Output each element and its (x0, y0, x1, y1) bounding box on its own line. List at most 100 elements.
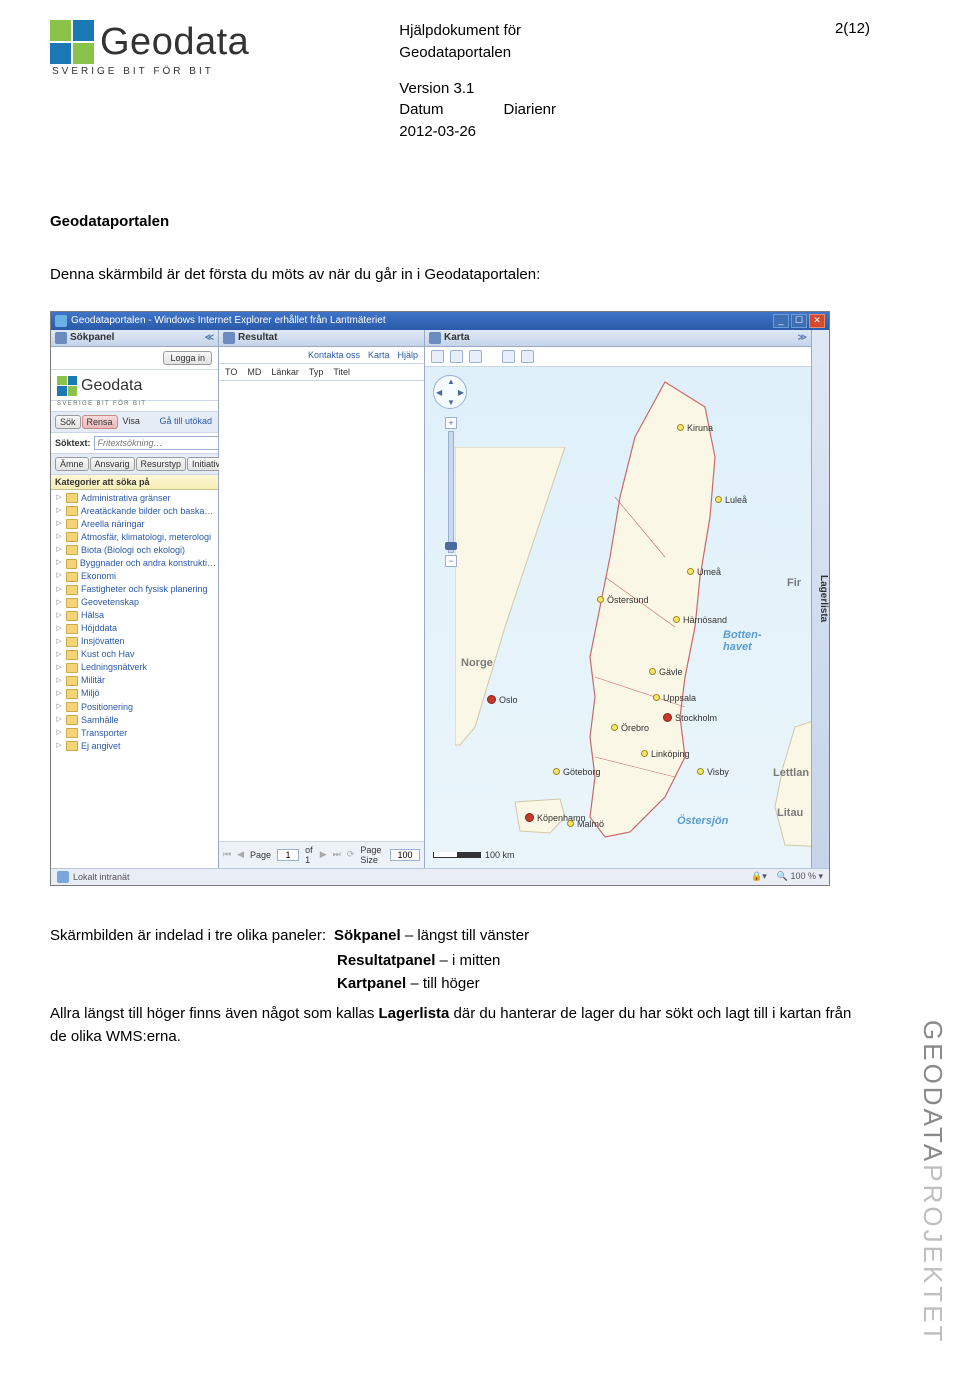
expand-triangle-icon[interactable]: ▷ (55, 571, 63, 581)
tree-node[interactable]: ▷Areatäckande bilder och baskartor (53, 505, 218, 518)
tab-ämne[interactable]: Ämne (55, 457, 89, 471)
expand-triangle-icon[interactable]: ▷ (55, 702, 63, 712)
status-intranet: Lokalt intranät (73, 872, 130, 882)
pager-next-icon[interactable]: ▶ (320, 849, 327, 860)
city-dot-icon (567, 820, 574, 827)
zoom-minus-icon[interactable]: − (445, 555, 457, 567)
tree-node[interactable]: ▷Byggnader och andra konstruktioner (53, 557, 218, 570)
expand-triangle-icon[interactable]: ▷ (55, 532, 63, 542)
date-label: Datum (399, 99, 443, 121)
pager-first-icon[interactable]: ⏮ (223, 849, 231, 860)
expand-triangle-icon[interactable]: ▷ (55, 676, 63, 686)
expand-triangle-icon[interactable]: ▷ (55, 650, 63, 660)
prev-extent-icon[interactable] (502, 350, 515, 363)
column-header[interactable]: TO (225, 367, 237, 377)
pager-page-input[interactable] (277, 849, 299, 861)
resultatpanel: Resultat Kontakta ossKartaHjälp TOMDLänk… (219, 330, 425, 868)
tree-node[interactable]: ▷Kust och Hav (53, 648, 218, 661)
expand-icon[interactable]: ≫ (798, 332, 807, 343)
city-marker: Linköping (641, 749, 690, 759)
expand-triangle-icon[interactable]: ▷ (55, 741, 63, 751)
tree-node[interactable]: ▷Administrativa gränser (53, 492, 218, 505)
expand-triangle-icon[interactable]: ▷ (55, 663, 63, 673)
zoom-plus-icon[interactable]: + (445, 417, 457, 429)
column-header[interactable]: Typ (309, 367, 324, 377)
next-extent-icon[interactable] (521, 350, 534, 363)
tree-node[interactable]: ▷Fastigheter och fysisk planering (53, 583, 218, 596)
expand-triangle-icon[interactable]: ▷ (55, 611, 63, 621)
tree-node[interactable]: ▷ Insjövatten (53, 635, 218, 648)
tree-node[interactable]: ▷Transporter (53, 727, 218, 740)
pan-icon[interactable] (469, 350, 482, 363)
status-zoom[interactable]: 🔍 100 % ▾ (777, 871, 823, 882)
city-dot-icon (715, 496, 722, 503)
tree-node[interactable]: ▷Militär (53, 674, 218, 687)
legend-sokpanel: Sökpanel (334, 927, 401, 944)
status-security-icon: 🔒▾ (751, 871, 767, 882)
tree-node[interactable]: ▷Ej angivet (53, 740, 218, 753)
tree-node[interactable]: ▷Höjddata (53, 622, 218, 635)
scale-bar: 100 km (433, 850, 515, 860)
collapse-icon[interactable]: ≪ (205, 332, 214, 343)
expand-triangle-icon[interactable]: ▷ (55, 689, 63, 699)
tree-node[interactable]: ▷Biota (Biologi och ekologi) (53, 544, 218, 557)
map-canvas[interactable]: Norge Fir Lettlan Litau Botten- havet Ös… (425, 367, 811, 868)
expand-triangle-icon[interactable]: ▷ (55, 558, 63, 568)
folder-icon (66, 532, 78, 542)
expand-triangle-icon[interactable]: ▷ (55, 637, 63, 647)
tree-node[interactable]: ▷Ledningsnätverk (53, 661, 218, 674)
toolbar-link[interactable]: Karta (368, 350, 390, 360)
tree-node[interactable]: ▷Hälsa (53, 609, 218, 622)
toolbar-link[interactable]: Hjälp (397, 350, 418, 360)
column-header[interactable]: Titel (333, 367, 350, 377)
expand-triangle-icon[interactable]: ▷ (55, 506, 63, 516)
expand-triangle-icon[interactable]: ▷ (55, 493, 63, 503)
zoom-in-icon[interactable] (431, 350, 444, 363)
login-button[interactable]: Logga in (163, 351, 212, 365)
tree-node[interactable]: ▷Positionering (53, 701, 218, 714)
tab-ansvarig[interactable]: Ansvarig (90, 457, 135, 471)
expand-triangle-icon[interactable]: ▷ (55, 598, 63, 608)
pager-refresh-icon[interactable]: ⟳ (347, 849, 355, 860)
legend-line1-right: – längst till vänster (401, 927, 529, 944)
column-header[interactable]: Länkar (271, 367, 299, 377)
expand-triangle-icon[interactable]: ▷ (55, 728, 63, 738)
zoom-out-icon[interactable] (450, 350, 463, 363)
window-minimize-button[interactable]: _ (773, 314, 789, 328)
rensa-button[interactable]: Rensa (82, 415, 118, 429)
expand-triangle-icon[interactable]: ▷ (55, 545, 63, 555)
expand-triangle-icon[interactable]: ▷ (55, 585, 63, 595)
tree-node[interactable]: ▷Samhälle (53, 714, 218, 727)
toolbar-link[interactable]: Kontakta oss (308, 350, 360, 360)
soktext-input[interactable] (94, 436, 219, 450)
pan-compass[interactable]: ◀▶ (433, 375, 467, 409)
column-header[interactable]: MD (247, 367, 261, 377)
sok-button[interactable]: Sök (55, 415, 81, 429)
expand-triangle-icon[interactable]: ▷ (55, 715, 63, 725)
tree-node[interactable]: ▷Atmosfär, klimatologi, meterologi (53, 531, 218, 544)
sokpanel-title: Sökpanel (70, 332, 114, 343)
kategorier-label: Kategorier att söka på (51, 475, 218, 490)
legend-line2: – i mitten (435, 952, 500, 969)
tree-node[interactable]: ▷Geovetenskap (53, 596, 218, 609)
folder-icon (66, 663, 78, 673)
expand-triangle-icon[interactable]: ▷ (55, 519, 63, 529)
lagerlista-tab[interactable]: Lagerlista (811, 330, 829, 868)
tree-node[interactable]: ▷Areella näringar (53, 518, 218, 531)
pager-last-icon[interactable]: ⏭ (333, 849, 341, 860)
logo-block: Geodata SVERIGE BIT FÖR BIT (50, 20, 249, 77)
karta-title: Karta (444, 332, 470, 343)
tab-resurstyp[interactable]: Resurstyp (136, 457, 187, 471)
tree-label: Insjövatten (81, 635, 125, 648)
expand-triangle-icon[interactable]: ▷ (55, 624, 63, 634)
zoom-slider[interactable]: + − (445, 417, 457, 567)
tree-node[interactable]: ▷Ekonomi (53, 570, 218, 583)
utokad-link[interactable]: Gå till utökad (157, 415, 214, 429)
window-close-button[interactable]: ✕ (809, 314, 825, 328)
pager-size-input[interactable] (390, 849, 420, 861)
visa-link[interactable]: Visa (119, 415, 144, 429)
city-dot-icon (525, 813, 534, 822)
window-restore-button[interactable]: ☐ (791, 314, 807, 328)
pager-prev-icon[interactable]: ◀ (237, 849, 244, 860)
tree-node[interactable]: ▷Miljö (53, 687, 218, 700)
